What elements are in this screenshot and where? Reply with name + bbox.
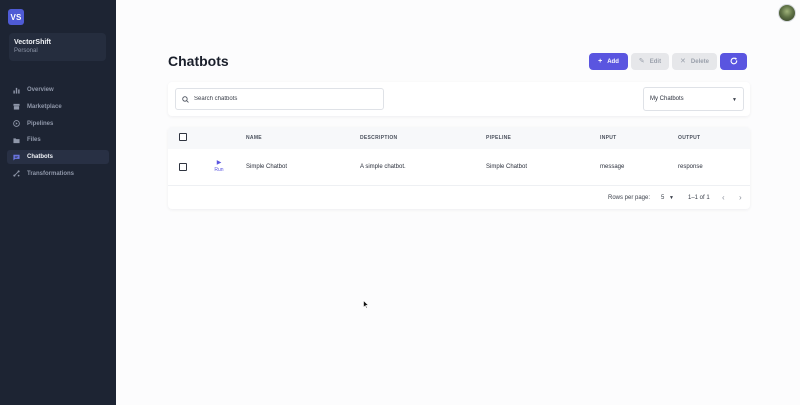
folder-icon bbox=[13, 137, 20, 144]
column-header-pipeline[interactable]: PIPELINE bbox=[486, 135, 511, 141]
transform-icon bbox=[13, 170, 20, 178]
column-header-name[interactable]: NAME bbox=[246, 135, 262, 141]
close-icon: ✕ bbox=[680, 58, 686, 65]
user-avatar[interactable] bbox=[778, 4, 796, 22]
sidebar-item-label: Overview bbox=[27, 87, 54, 93]
sidebar: VS VectorShift Personal Overview Marketp… bbox=[0, 0, 116, 405]
search-field[interactable] bbox=[175, 88, 384, 110]
chatbot-scope-select[interactable]: My Chatbots ▼ bbox=[643, 87, 744, 111]
play-circle-icon bbox=[13, 120, 20, 127]
rows-per-page-select[interactable]: 5 ▼ bbox=[661, 195, 674, 201]
delete-button-label: Delete bbox=[690, 58, 709, 65]
edit-button-label: Edit bbox=[649, 58, 662, 65]
sidebar-item-transformations[interactable]: Transformations bbox=[7, 167, 109, 181]
org-name: VectorShift bbox=[14, 39, 51, 46]
sidebar-item-label: Pipelines bbox=[27, 120, 54, 127]
caret-down-icon: ▼ bbox=[669, 195, 674, 201]
run-button[interactable]: ▶ Run bbox=[213, 159, 225, 173]
sidebar-item-files[interactable]: Files bbox=[7, 133, 109, 147]
sidebar-item-label: Transformations bbox=[27, 170, 75, 177]
select-all-checkbox[interactable] bbox=[179, 133, 187, 141]
sidebar-item-label: Files bbox=[27, 137, 41, 144]
edit-button[interactable]: ✎ Edit bbox=[631, 53, 669, 70]
sidebar-item-label: Marketplace bbox=[27, 103, 62, 110]
caret-down-icon: ▼ bbox=[732, 97, 737, 103]
cell-name: Simple Chatbot bbox=[246, 164, 288, 170]
sidebar-nav: Overview Marketplace Pipelines Files Cha… bbox=[7, 83, 109, 184]
run-label: Run bbox=[214, 167, 224, 173]
page-title: Chatbots bbox=[168, 53, 229, 69]
rows-per-page-value: 5 bbox=[661, 195, 665, 201]
search-input[interactable] bbox=[194, 96, 374, 102]
cell-input: message bbox=[600, 164, 625, 170]
org-type: Personal bbox=[14, 48, 38, 54]
chat-icon bbox=[13, 154, 20, 161]
add-button-label: Add bbox=[607, 58, 619, 65]
sidebar-item-overview[interactable]: Overview bbox=[7, 83, 109, 97]
sidebar-item-marketplace[interactable]: Marketplace bbox=[7, 100, 109, 114]
search-icon bbox=[182, 90, 189, 108]
refresh-icon bbox=[730, 56, 738, 67]
sidebar-item-chatbots[interactable]: Chatbots bbox=[7, 150, 109, 165]
mouse-cursor-icon bbox=[363, 296, 370, 309]
sidebar-item-label: Chatbots bbox=[27, 154, 53, 161]
row-checkbox[interactable] bbox=[179, 163, 187, 171]
select-value: My Chatbots bbox=[650, 96, 684, 102]
add-button[interactable]: + Add bbox=[589, 53, 628, 70]
org-switcher[interactable]: VectorShift Personal bbox=[9, 33, 106, 61]
sidebar-item-pipelines[interactable]: Pipelines bbox=[7, 117, 109, 131]
cell-output: response bbox=[678, 164, 703, 170]
play-icon: ▶ bbox=[216, 160, 222, 166]
vectorshift-logo[interactable]: VS bbox=[8, 9, 24, 25]
chevron-right-icon[interactable]: › bbox=[739, 193, 742, 202]
cell-description: A simple chatbot. bbox=[360, 164, 406, 170]
refresh-button[interactable] bbox=[720, 53, 747, 70]
bar-chart-icon bbox=[13, 87, 20, 94]
row-divider bbox=[168, 185, 750, 186]
column-header-description[interactable]: DESCRIPTION bbox=[360, 135, 397, 141]
chevron-left-icon[interactable]: ‹ bbox=[722, 193, 725, 202]
rows-per-page-label: Rows per page: bbox=[608, 195, 651, 201]
delete-button[interactable]: ✕ Delete bbox=[672, 53, 717, 70]
pagination-range: 1–1 of 1 bbox=[688, 195, 710, 201]
plus-icon: + bbox=[598, 58, 603, 65]
cell-pipeline: Simple Chatbot bbox=[486, 164, 528, 170]
store-icon bbox=[13, 103, 20, 110]
column-header-output[interactable]: OUTPUT bbox=[678, 135, 700, 141]
pencil-icon: ✎ bbox=[638, 58, 645, 65]
column-header-input[interactable]: INPUT bbox=[600, 135, 617, 141]
